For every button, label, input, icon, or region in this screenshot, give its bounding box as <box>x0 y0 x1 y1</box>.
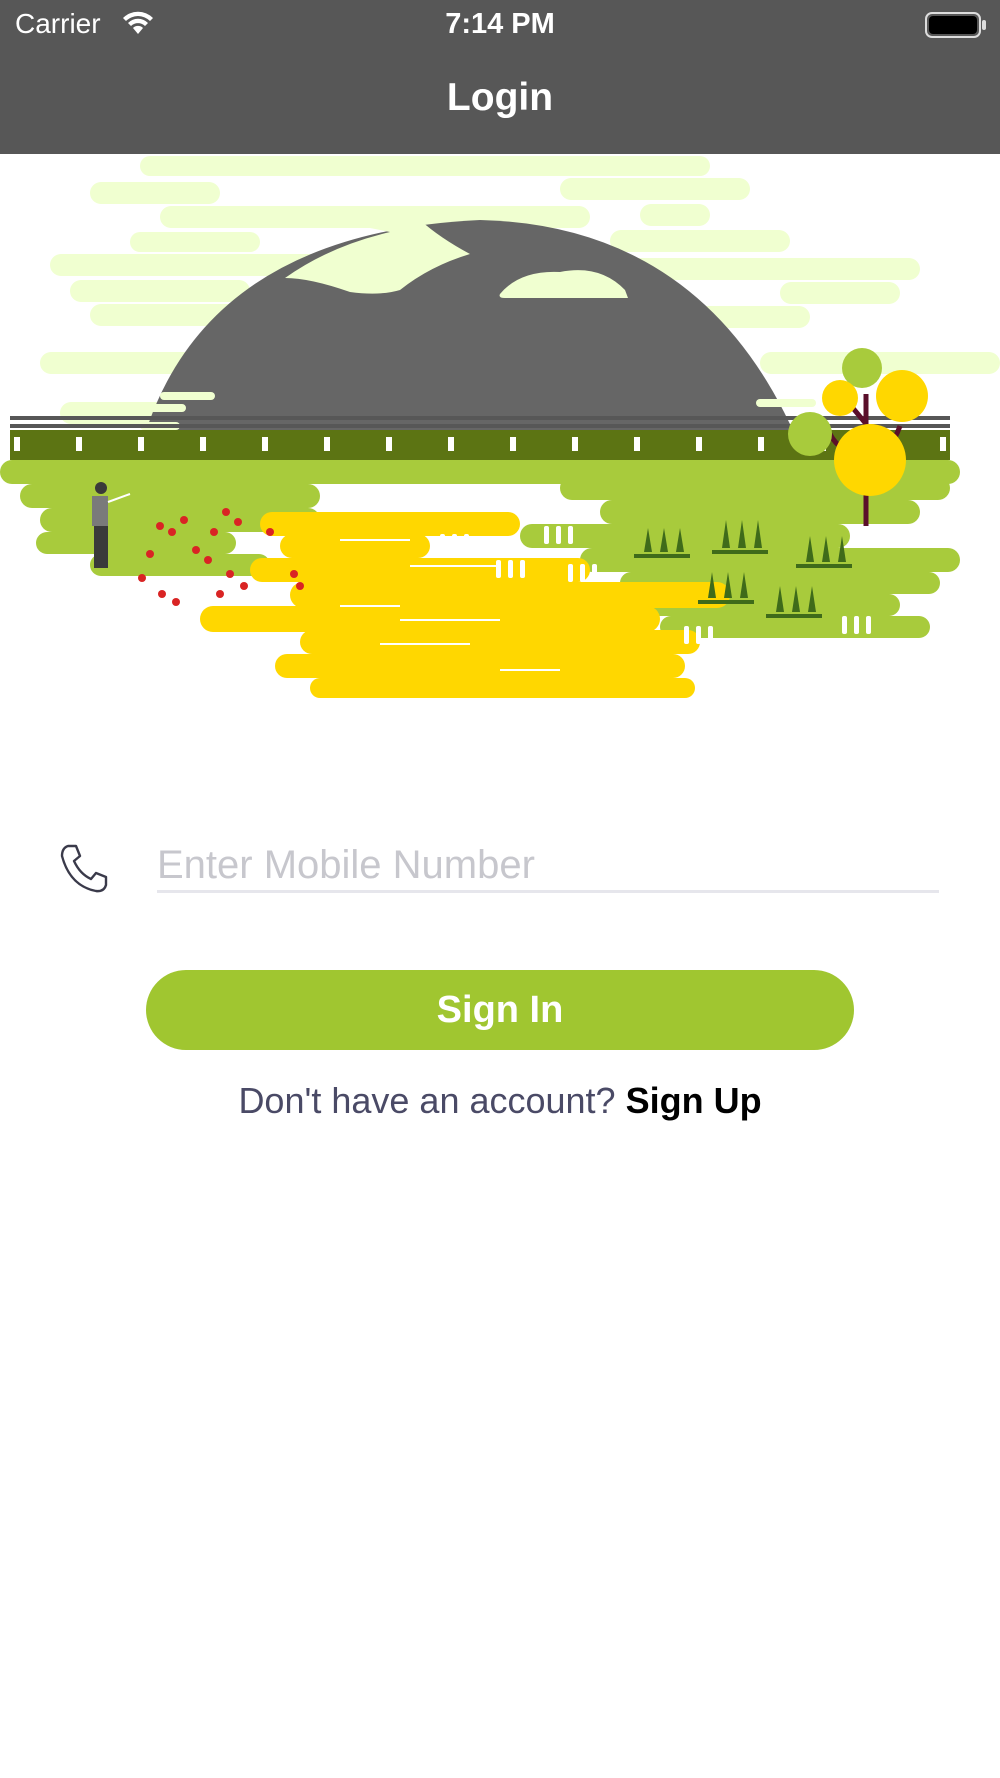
status-time: 7:14 PM <box>445 8 555 40</box>
phone-icon <box>60 844 108 893</box>
signup-prompt-text: Don't have an account? <box>238 1080 616 1121</box>
farm-landscape-illustration <box>0 156 1000 698</box>
page-title: Login <box>446 76 554 119</box>
sign-in-button[interactable]: Sign In <box>146 970 854 1050</box>
mobile-number-input[interactable] <box>157 840 939 893</box>
battery-icon <box>925 12 986 38</box>
status-bar: Carrier 7:14 PM <box>0 0 1000 50</box>
sign-up-link[interactable]: Sign Up <box>626 1080 762 1121</box>
signup-prompt-row: Don't have an account? Sign Up <box>0 1080 1000 1122</box>
navigation-header: Carrier 7:14 PM Login <box>0 0 1000 154</box>
